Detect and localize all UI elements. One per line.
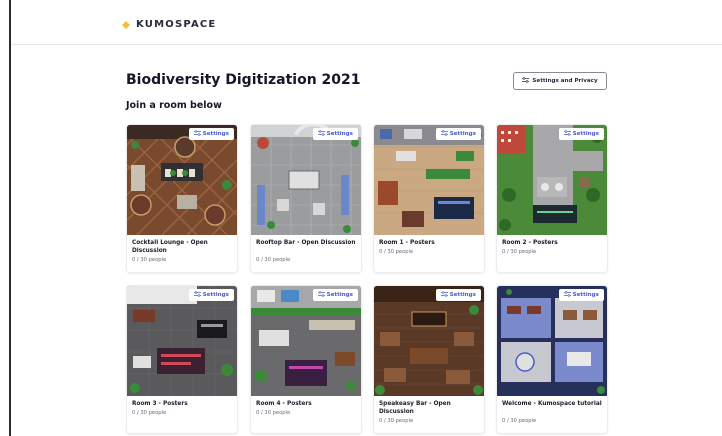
- room-name: Room 4 - Posters: [256, 401, 312, 407]
- room-settings-button[interactable]: Settings: [312, 128, 358, 140]
- room-occupancy: 0 / 30 people: [256, 257, 291, 263]
- room-name: Room 3 - Posters: [132, 401, 188, 407]
- room-settings-button[interactable]: Settings: [435, 128, 481, 140]
- room-settings-button[interactable]: Settings: [558, 128, 604, 140]
- room-card-room-2[interactable]: Settings Room 2 - Posters 0 / 30 people: [497, 125, 607, 272]
- logo-text: KUMOSPACE: [136, 19, 217, 30]
- room-settings-label: Settings: [572, 131, 599, 137]
- room-name: Speakeasy Bar - Open Discussion: [379, 401, 451, 415]
- room-card-room-1[interactable]: Settings Room 1 - Posters 0 / 30 people: [374, 125, 484, 272]
- room-map-thumbnail: [127, 125, 237, 235]
- room-card-cocktail-lounge[interactable]: Settings Cocktail Lounge - Open Discussi…: [127, 125, 237, 272]
- settings-sliders-icon: [193, 130, 201, 138]
- room-card-room-4[interactable]: Settings Room 4 - Posters 0 / 30 people: [251, 286, 361, 433]
- room-name: Room 2 - Posters: [502, 240, 558, 246]
- room-occupancy: 0 / 30 people: [256, 410, 291, 416]
- kumospace-logo[interactable]: KUMOSPACE: [121, 19, 216, 30]
- join-room-heading: Join a room below: [126, 100, 222, 111]
- room-settings-button[interactable]: Settings: [188, 289, 234, 301]
- room-name: Cocktail Lounge - Open Discussion: [132, 240, 208, 254]
- room-settings-label: Settings: [202, 131, 229, 137]
- window-edge: [9, 0, 11, 436]
- room-card-rooftop-bar[interactable]: Settings Rooftop Bar - Open Discussion 0…: [251, 125, 361, 272]
- room-occupancy: 0 / 30 people: [132, 410, 167, 416]
- settings-and-privacy-label: Settings and Privacy: [532, 78, 598, 84]
- room-map-thumbnail: [251, 125, 361, 235]
- room-settings-label: Settings: [202, 292, 229, 298]
- settings-sliders-icon: [522, 77, 530, 85]
- room-settings-button[interactable]: Settings: [188, 128, 234, 140]
- settings-and-privacy-button[interactable]: Settings and Privacy: [513, 72, 607, 90]
- top-bar: [11, 0, 722, 45]
- diamond-logo-icon: [121, 20, 131, 30]
- settings-sliders-icon: [563, 291, 571, 299]
- room-card-room-3[interactable]: Settings Room 3 - Posters 0 / 30 people: [127, 286, 237, 433]
- room-map-thumbnail: [374, 125, 484, 235]
- room-map-thumbnail: [497, 286, 607, 396]
- room-settings-button[interactable]: Settings: [312, 289, 358, 301]
- settings-sliders-icon: [440, 130, 448, 138]
- room-settings-label: Settings: [449, 131, 476, 137]
- room-card-speakeasy-bar[interactable]: Settings Speakeasy Bar - Open Discussion…: [374, 286, 484, 433]
- settings-sliders-icon: [193, 291, 201, 299]
- settings-sliders-icon: [317, 130, 325, 138]
- room-settings-button[interactable]: Settings: [435, 289, 481, 301]
- room-map-thumbnail: [127, 286, 237, 396]
- room-name: Rooftop Bar - Open Discussion: [256, 240, 356, 246]
- room-name: Room 1 - Posters: [379, 240, 435, 246]
- room-settings-label: Settings: [572, 292, 599, 298]
- room-settings-label: Settings: [326, 292, 353, 298]
- room-occupancy: 0 / 30 people: [132, 257, 167, 263]
- room-occupancy: 0 / 30 people: [502, 249, 537, 255]
- settings-sliders-icon: [563, 130, 571, 138]
- room-map-thumbnail: [497, 125, 607, 235]
- room-occupancy: 0 / 30 people: [379, 249, 414, 255]
- room-card-welcome[interactable]: Settings Welcome - Kumospace tutorial 0 …: [497, 286, 607, 433]
- settings-sliders-icon: [440, 291, 448, 299]
- page-title: Biodiversity Digitization 2021: [126, 72, 361, 88]
- room-map-thumbnail: [251, 286, 361, 396]
- room-settings-button[interactable]: Settings: [558, 289, 604, 301]
- room-settings-label: Settings: [449, 292, 476, 298]
- room-map-thumbnail: [374, 286, 484, 396]
- room-occupancy: 0 / 30 people: [379, 418, 414, 424]
- settings-sliders-icon: [317, 291, 325, 299]
- room-name: Welcome - Kumospace tutorial: [502, 401, 602, 407]
- room-settings-label: Settings: [326, 131, 353, 137]
- room-occupancy: 0 / 30 people: [502, 418, 537, 424]
